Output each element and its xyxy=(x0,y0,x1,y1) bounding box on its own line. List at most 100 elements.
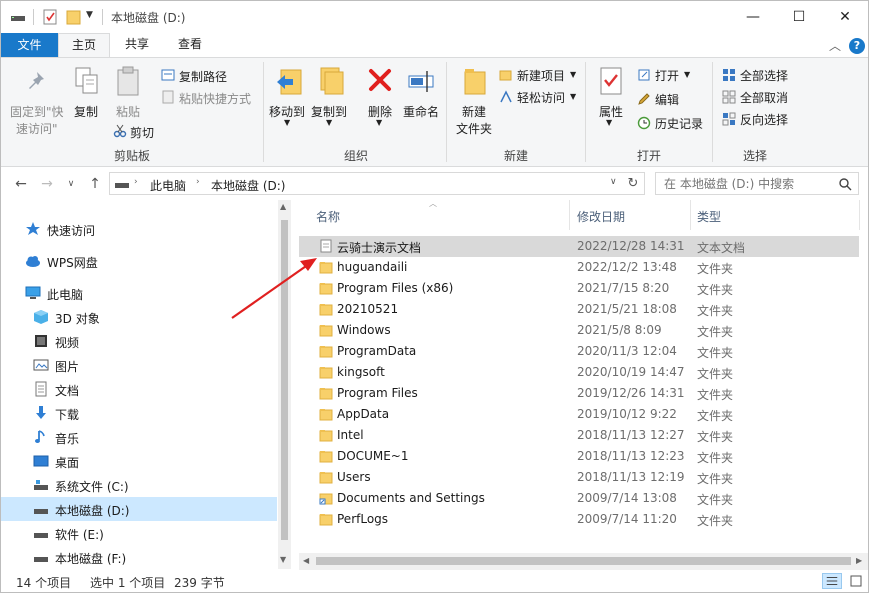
file-name: DOCUME~1 xyxy=(337,449,409,463)
nav-music[interactable]: 音乐 xyxy=(1,425,277,449)
maximize-button[interactable]: ☐ xyxy=(776,1,822,33)
recent-locations-button[interactable]: ∨ xyxy=(61,174,81,194)
file-row[interactable]: Windows 2021/5/8 8:09 文件夹 xyxy=(299,320,859,341)
file-row[interactable]: ProgramData 2020/11/3 12:04 文件夹 xyxy=(299,341,859,362)
paste-button[interactable]: 粘贴 xyxy=(116,103,140,120)
nav-videos[interactable]: 视频 xyxy=(1,329,277,353)
cut-button[interactable]: 剪切 xyxy=(130,124,154,141)
invert-selection-button[interactable]: 反向选择 xyxy=(740,111,788,128)
nav-label: 此电脑 xyxy=(47,288,84,302)
explorer-window: ▼ 本地磁盘 (D:) — ☐ ✕ 文件 主页 共享 查看 ︿ ? 固定到"快 … xyxy=(0,0,869,593)
move-to-dropdown-icon[interactable]: ▼ xyxy=(284,118,290,127)
tab-file[interactable]: 文件 xyxy=(1,33,58,57)
collapse-ribbon-icon[interactable]: ︿ xyxy=(829,37,841,54)
rename-button[interactable]: 重命名 xyxy=(403,103,439,120)
delete-dropdown-icon[interactable]: ▼ xyxy=(376,118,382,127)
file-row[interactable]: Users 2018/11/13 12:19 文件夹 xyxy=(299,467,859,488)
open-button[interactable]: 打开 xyxy=(655,67,679,84)
copy-path-button[interactable]: 复制路径 xyxy=(179,68,227,85)
breadcrumb-drive-d[interactable]: 本地磁盘 (D:) xyxy=(211,177,285,194)
nav-pane-scroll-thumb[interactable] xyxy=(281,220,288,540)
nav-3d-objects[interactable]: 3D 对象 xyxy=(1,305,277,329)
address-dropdown-icon[interactable]: ∨ xyxy=(610,177,617,187)
column-header-type[interactable]: 类型 xyxy=(691,200,859,230)
nav-drive-c[interactable]: 系统文件 (C:) xyxy=(1,473,277,497)
scroll-left-icon[interactable]: ◀ xyxy=(303,556,309,565)
forward-button[interactable]: → xyxy=(37,174,57,194)
horizontal-scroll-thumb[interactable] xyxy=(316,557,851,565)
search-icon[interactable] xyxy=(838,177,852,191)
history-button[interactable]: 历史记录 xyxy=(655,115,703,132)
tab-home[interactable]: 主页 xyxy=(58,33,110,58)
paste-icon xyxy=(117,66,139,96)
select-all-button[interactable]: 全部选择 xyxy=(740,67,788,84)
properties-dropdown-icon[interactable]: ▼ xyxy=(606,118,612,127)
file-row[interactable]: Documents and Settings 2009/7/14 13:08 文件夹 xyxy=(299,488,859,509)
select-none-button[interactable]: 全部取消 xyxy=(740,89,788,106)
large-icons-view-icon[interactable] xyxy=(846,573,866,589)
easy-access-button[interactable]: 轻松访问 xyxy=(517,89,565,106)
address-bar[interactable]: › 此电脑 › 本地磁盘 (D:) ∨ xyxy=(109,172,645,195)
nav-label: 音乐 xyxy=(55,432,80,446)
copy-to-dropdown-icon[interactable]: ▼ xyxy=(326,118,332,127)
column-header-date[interactable]: 修改日期 xyxy=(570,200,690,230)
tab-share[interactable]: 共享 xyxy=(113,33,161,57)
file-row[interactable]: PerfLogs 2009/7/14 11:20 文件夹 xyxy=(299,509,859,530)
file-row[interactable]: huguandaili 2022/12/2 13:48 文件夹 xyxy=(299,257,859,278)
copy-button[interactable]: 复制 xyxy=(74,103,98,120)
select-group-label: 选择 xyxy=(743,149,768,163)
up-button[interactable]: ↑ xyxy=(85,174,105,194)
nav-wps-drive[interactable]: WPS网盘 xyxy=(1,249,277,273)
file-row[interactable]: AppData 2019/10/12 9:22 文件夹 xyxy=(299,404,859,425)
nav-documents[interactable]: 文档 xyxy=(1,377,277,401)
nav-this-pc[interactable]: 此电脑 xyxy=(1,281,277,305)
column-separator[interactable] xyxy=(859,200,860,230)
new-folder-quick-icon[interactable] xyxy=(65,8,83,26)
easy-access-dropdown-icon[interactable]: ▼ xyxy=(570,92,576,101)
edit-button[interactable]: 编辑 xyxy=(655,91,679,108)
scroll-right-icon[interactable]: ▶ xyxy=(856,556,862,565)
file-row[interactable]: kingsoft 2020/10/19 14:47 文件夹 xyxy=(299,362,859,383)
search-input[interactable] xyxy=(656,173,831,194)
scroll-up-icon[interactable]: ▲ xyxy=(280,202,286,211)
refresh-button[interactable]: ↻ xyxy=(623,174,643,194)
properties-quick-icon[interactable] xyxy=(41,8,59,26)
file-row[interactable]: Program Files 2019/12/26 14:31 文件夹 xyxy=(299,383,859,404)
file-name: AppData xyxy=(337,407,390,421)
paste-shortcut-button[interactable]: 粘贴快捷方式 xyxy=(179,90,251,107)
pin-quick-access-button[interactable]: 固定到"快 xyxy=(10,103,64,120)
column-header-name[interactable]: 名称 ︿ xyxy=(299,199,569,230)
back-button[interactable]: ← xyxy=(11,174,31,194)
new-item-dropdown-icon[interactable]: ▼ xyxy=(570,70,576,79)
new-item-button[interactable]: 新建项目 xyxy=(517,67,565,84)
file-name: huguandaili xyxy=(337,260,408,274)
minimize-button[interactable]: — xyxy=(730,1,776,33)
file-row[interactable]: 20210521 2021/5/21 18:08 文件夹 xyxy=(299,299,859,320)
new-folder-button[interactable]: 新建 xyxy=(462,103,486,120)
close-button[interactable]: ✕ xyxy=(822,1,868,33)
file-row[interactable]: 云骑士演示文档 2022/12/28 14:31 文本文档 xyxy=(299,236,859,257)
file-list-horizontal-scrollbar[interactable]: ◀ ▶ xyxy=(299,553,868,570)
nav-pane-scrollbar[interactable]: ▲ ▼ xyxy=(278,200,291,569)
nav-drive-f[interactable]: 本地磁盘 (F:) xyxy=(1,545,277,569)
file-row[interactable]: Program Files (x86) 2021/7/15 8:20 文件夹 xyxy=(299,278,859,299)
help-icon[interactable]: ? xyxy=(849,38,865,54)
search-box[interactable] xyxy=(655,172,859,195)
group-separator xyxy=(712,62,713,162)
title-bar: ▼ 本地磁盘 (D:) — ☐ ✕ xyxy=(1,1,868,33)
nav-pictures[interactable]: 图片 xyxy=(1,353,277,377)
nav-desktop[interactable]: 桌面 xyxy=(1,449,277,473)
breadcrumb-this-pc[interactable]: 此电脑 xyxy=(150,177,186,194)
details-view-icon[interactable] xyxy=(822,573,842,589)
nav-drive-e[interactable]: 软件 (E:) xyxy=(1,521,277,545)
file-row[interactable]: DOCUME~1 2018/11/13 12:23 文件夹 xyxy=(299,446,859,467)
tab-view[interactable]: 查看 xyxy=(165,33,215,57)
nav-downloads[interactable]: 下载 xyxy=(1,401,277,425)
scroll-down-icon[interactable]: ▼ xyxy=(280,555,286,564)
drive-icon xyxy=(34,557,48,562)
file-row[interactable]: Intel 2018/11/13 12:27 文件夹 xyxy=(299,425,859,446)
open-dropdown-icon[interactable]: ▼ xyxy=(684,70,690,79)
file-type: 文件夹 xyxy=(697,346,734,360)
nav-quick-access[interactable]: 快速访问 xyxy=(1,217,277,241)
nav-drive-d[interactable]: 本地磁盘 (D:) xyxy=(1,497,277,521)
